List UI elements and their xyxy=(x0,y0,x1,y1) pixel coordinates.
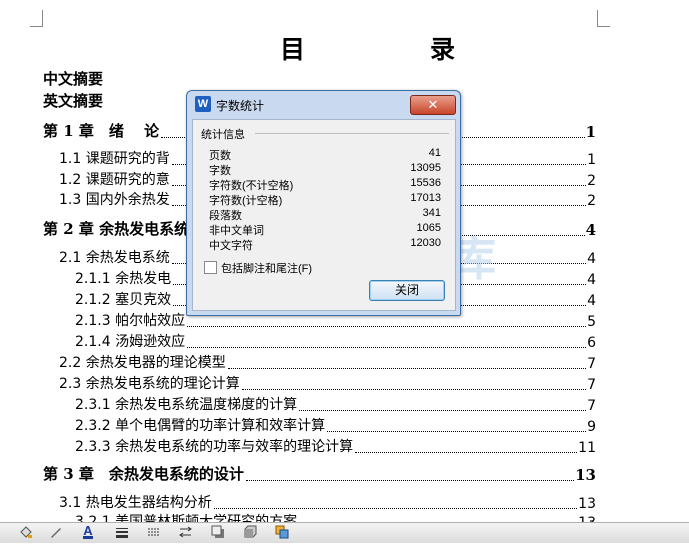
toc-entry-page: 1 xyxy=(585,123,596,141)
toc-entry-page: 7 xyxy=(587,356,596,372)
crop-mark-top-left xyxy=(30,10,43,27)
paint-bucket-icon[interactable] xyxy=(18,525,34,540)
stat-value: 17013 xyxy=(410,192,441,204)
toc-entry-page: 6 xyxy=(587,335,596,351)
toc-entry-label: 第 1 章 绪 论 xyxy=(43,122,160,140)
stat-value: 1065 xyxy=(416,222,441,234)
wps-logo-icon: W xyxy=(195,96,211,112)
toc-entry-page: 2 xyxy=(587,193,596,209)
stat-value: 12030 xyxy=(410,237,441,249)
toc-entry[interactable]: 2.3.2 单个电偶臂的功率计算和效率计算 9 xyxy=(75,415,596,435)
abstract-cn: 中文摘要 xyxy=(43,70,104,88)
toc-entry[interactable]: 2.3.1 余热发电系统温度梯度的计算 7 xyxy=(75,394,596,414)
toc-entry-label: 2.1 余热发电系统 xyxy=(59,250,170,266)
toc-entry[interactable]: 3.1 热电发生器结构分析 13 xyxy=(59,492,596,512)
toc-entry-page: 1 xyxy=(587,152,596,168)
arrow-style-icon[interactable] xyxy=(178,525,194,540)
stat-row: 页数 41 xyxy=(209,147,441,162)
toc-entry-page: 5 xyxy=(587,314,596,330)
toc-leader-dots xyxy=(299,409,587,411)
pen-icon[interactable] xyxy=(48,525,64,540)
stat-value: 341 xyxy=(422,207,441,219)
stat-row: 字符数(不计空格) 15536 xyxy=(209,177,441,192)
line-style-icon[interactable] xyxy=(114,525,130,540)
stat-label: 中文字符 xyxy=(209,240,253,252)
toc-leader-dots xyxy=(327,430,587,432)
toc-entry[interactable]: 2.3 余热发电系统的理论计算 7 xyxy=(59,373,596,393)
stat-label: 页数 xyxy=(209,150,231,162)
toc-entry-label: 3.1 热电发生器结构分析 xyxy=(59,495,212,511)
dash-style-icon[interactable] xyxy=(146,525,162,540)
stat-label: 字符数(计空格) xyxy=(209,195,283,207)
dialog-title: 字数统计 xyxy=(216,99,265,113)
toc-entry-page: 7 xyxy=(587,377,596,393)
toc-entry-page: 4 xyxy=(587,293,596,309)
toc-entry[interactable]: 2.3.3 余热发电系统的功率与效率的理论计算 11 xyxy=(75,436,596,456)
toc-entry-page: 4 xyxy=(587,251,596,267)
toc-entry[interactable]: 2.1.4 汤姆逊效应 6 xyxy=(75,331,596,351)
toc-entry-page: 13 xyxy=(575,466,596,484)
toc-leader-dots xyxy=(213,507,578,509)
stat-value: 13095 xyxy=(410,162,441,174)
stat-label: 段落数 xyxy=(209,210,242,222)
stat-row: 字数 13095 xyxy=(209,162,441,177)
group-divider xyxy=(255,133,449,134)
abstract-en: 英文摘要 xyxy=(43,92,104,110)
stat-row: 非中文单词 1065 xyxy=(209,222,441,237)
toc-leader-dots xyxy=(245,479,575,481)
stat-row: 字符数(计空格) 17013 xyxy=(209,192,441,207)
toc-entry-page: 9 xyxy=(587,419,596,435)
close-button[interactable]: 关闭 xyxy=(369,280,445,301)
stat-value: 15536 xyxy=(410,177,441,189)
select-objects-icon[interactable] xyxy=(274,525,290,540)
stat-row: 段落数 341 xyxy=(209,207,441,222)
stat-label: 字符数(不计空格) xyxy=(209,180,294,192)
toc-entry-page: 11 xyxy=(578,440,596,456)
toc-entry-label: 2.3.1 余热发电系统温度梯度的计算 xyxy=(75,397,298,413)
include-footnotes-label[interactable]: 包括脚注和尾注(F) xyxy=(221,260,312,276)
toc-entry-label: 2.3 余热发电系统的理论计算 xyxy=(59,376,240,392)
toc-entry-page: 4 xyxy=(585,221,596,239)
drawing-toolbar: A xyxy=(0,522,689,543)
toc-entry[interactable]: 2.2 余热发电器的理论模型 7 xyxy=(59,352,596,372)
include-footnotes-checkbox[interactable] xyxy=(204,261,217,274)
toc-entry-label: 1.1 课题研究的背 xyxy=(59,151,170,167)
shadow-icon[interactable] xyxy=(210,525,226,540)
toc-title: 目 录 xyxy=(280,35,506,64)
toc-entry-page: 13 xyxy=(578,496,596,512)
toc-entry-label: 2.3.2 单个电偶臂的功率计算和效率计算 xyxy=(75,418,326,434)
toc-leader-dots xyxy=(187,325,587,327)
dialog-titlebar[interactable]: W 字数统计 ✕ xyxy=(191,94,456,116)
toc-entry-label: 2.3.3 余热发电系统的功率与效率的理论计算 xyxy=(75,439,354,455)
toc-leader-dots xyxy=(227,367,587,369)
toc-entry-label: 第 3 章 余热发电系统的设计 xyxy=(43,465,244,483)
toc-entry-label: 1.3 国内外余热发 xyxy=(59,192,170,208)
dialog-close-button[interactable]: ✕ xyxy=(410,95,456,115)
toc-entry-label: 1.2 课题研究的意 xyxy=(59,172,170,188)
stat-label: 字数 xyxy=(209,165,231,177)
toc-leader-dots xyxy=(187,346,587,348)
stat-row: 中文字符 12030 xyxy=(209,237,441,252)
3d-icon[interactable] xyxy=(242,525,258,540)
dialog-body: 统计信息 页数 41 字数 13095 字符数(不计空格) 15536 字符数(计空格) 17… xyxy=(192,119,456,311)
toc-entry-label: 2.1.3 帕尔帖效应 xyxy=(75,313,186,329)
toc-entry-page: 4 xyxy=(587,272,596,288)
word-count-dialog: W 字数统计 ✕ 统计信息 页数 41 字数 13095 字符数(不计空格) 15536 字… xyxy=(186,90,461,316)
toc-entry-label: 2.2 余热发电器的理论模型 xyxy=(59,355,226,371)
stats-group-label: 统计信息 xyxy=(201,126,248,142)
toc-entry-page: 2 xyxy=(587,173,596,189)
crop-mark-top-right xyxy=(597,10,610,27)
font-color-glyph: A xyxy=(83,523,93,539)
toc-entry-label: 2.1.1 余热发电 xyxy=(75,271,172,287)
toc-leader-dots xyxy=(355,451,578,453)
font-color-icon[interactable]: A xyxy=(80,523,96,540)
toc-entry-page: 7 xyxy=(587,398,596,414)
toc-leader-dots xyxy=(241,388,587,390)
toc-entry-label: 2.1.4 汤姆逊效应 xyxy=(75,334,186,350)
stat-value: 41 xyxy=(428,147,441,159)
toc-entry-label: 第 2 章 余热发电系统 xyxy=(43,220,190,238)
toc-entry-label: 2.1.2 塞贝克效 xyxy=(75,292,172,308)
stat-label: 非中文单词 xyxy=(209,225,264,237)
toc-chapter-entry[interactable]: 第 3 章 余热发电系统的设计 13 xyxy=(43,463,596,484)
